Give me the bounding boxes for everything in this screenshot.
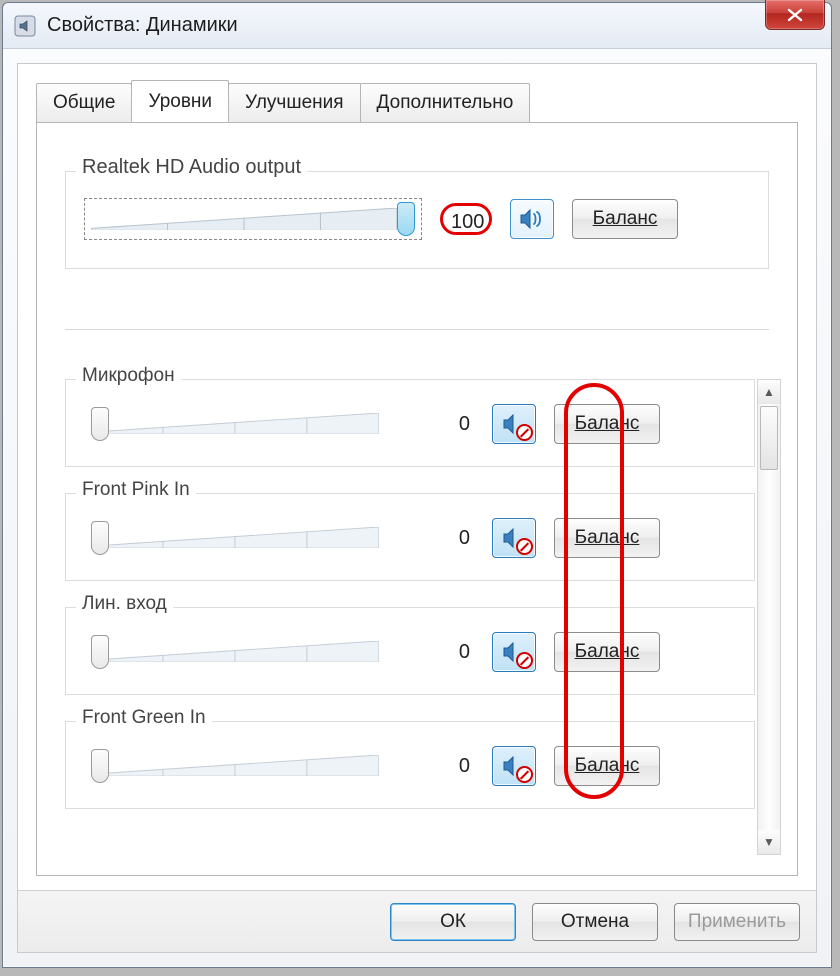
tab-general[interactable]: Общие [36,83,132,123]
tab-advanced[interactable]: Дополнительно [360,83,531,123]
main-output-balance-button[interactable]: Баланс [572,199,678,239]
channel-label: Front Green In [76,707,212,729]
tab-levels[interactable]: Уровни [131,80,229,122]
channel-slider[interactable] [84,404,404,444]
scroll-down-arrow[interactable]: ▼ [758,830,780,854]
channel-label: Микрофон [76,365,181,387]
channel-microphone: Микрофон [65,379,755,467]
speaker-on-icon [519,208,545,230]
window-title: Свойства: Динамики [47,14,238,37]
channel-balance-button[interactable]: Баланс [554,518,660,558]
main-output-mute-button[interactable] [510,199,554,239]
properties-window: Свойства: Динамики Общие Уровни Улучшени… [2,2,832,968]
mute-indicator-icon [516,766,533,783]
channel-label: Front Pink In [76,479,196,501]
channel-balance-button[interactable]: Баланс [554,404,660,444]
channels-scrollbar[interactable]: ▲ ▼ [757,379,781,855]
cancel-button[interactable]: Отмена [532,903,658,941]
channel-mute-button[interactable] [492,404,536,444]
main-output-group: Realtek HD Audio output [65,171,769,269]
channel-front-pink-in: Front Pink In [65,493,755,581]
channel-thumb[interactable] [91,407,109,441]
main-output-label: Realtek HD Audio output [76,156,307,179]
channel-value: 0 [422,522,474,554]
channel-value: 0 [422,750,474,782]
channel-thumb[interactable] [91,521,109,555]
channel-label: Лин. вход [76,593,173,615]
channel-balance-button[interactable]: Баланс [554,746,660,786]
scroll-up-arrow[interactable]: ▲ [758,380,780,404]
tab-enhancements[interactable]: Улучшения [228,83,361,123]
main-output-slider[interactable] [84,198,422,240]
channel-balance-button[interactable]: Баланс [554,632,660,672]
close-button[interactable] [765,0,825,30]
mute-indicator-icon [516,652,533,669]
channel-line-in: Лин. вход [65,607,755,695]
separator [65,329,769,331]
channel-thumb[interactable] [91,749,109,783]
mute-indicator-icon [516,538,533,555]
titlebar[interactable]: Свойства: Динамики [3,3,831,49]
tabs-row: Общие Уровни Улучшения Дополнительно [36,82,798,122]
channel-value: 0 [422,408,474,440]
mute-indicator-icon [516,424,533,441]
main-output-thumb[interactable] [397,202,415,236]
ok-button[interactable]: ОК [390,903,516,941]
channel-value: 0 [422,636,474,668]
client-area: Общие Уровни Улучшения Дополнительно Rea… [17,63,817,953]
channel-mute-button[interactable] [492,518,536,558]
main-output-value: 100 [440,203,492,235]
scroll-thumb[interactable] [760,406,778,470]
channel-slider[interactable] [84,746,404,786]
channel-mute-button[interactable] [492,632,536,672]
channel-thumb[interactable] [91,635,109,669]
channel-front-green-in: Front Green In [65,721,755,809]
apply-button[interactable]: Применить [674,903,800,941]
levels-panel: Realtek HD Audio output [36,122,798,876]
channel-slider[interactable] [84,632,404,672]
dialog-footer: ОК Отмена Применить [18,890,816,952]
channels-list: Микрофон [65,379,755,855]
speaker-title-icon [13,14,37,38]
channel-slider[interactable] [84,518,404,558]
channel-mute-button[interactable] [492,746,536,786]
